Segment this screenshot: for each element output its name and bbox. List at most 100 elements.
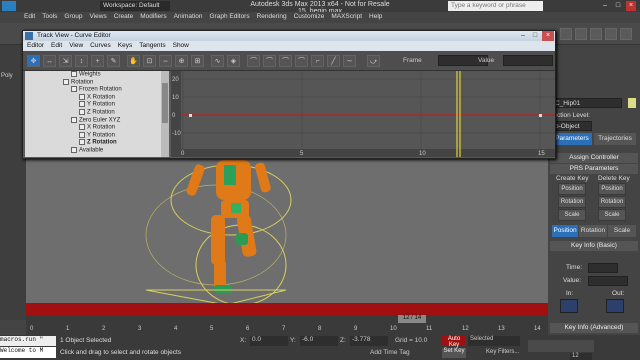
character-rig[interactable] [26, 155, 548, 305]
zoom-horizontal-icon[interactable]: ⇔ [159, 55, 172, 67]
set-key-button[interactable]: Set Key [442, 348, 466, 358]
time-slider[interactable]: 12 / 14 [398, 315, 426, 323]
x-coordinate-field[interactable]: 0.0 [250, 336, 288, 346]
tab-parameters[interactable]: Parameters [552, 133, 592, 145]
maxscript-listener[interactable]: macros.run " [0, 336, 56, 346]
toolbar-icon[interactable] [590, 28, 602, 40]
current-frame-field[interactable]: 12 [570, 353, 592, 360]
time-field[interactable] [588, 263, 618, 273]
tab-trajectories[interactable]: Trajectories [594, 133, 636, 145]
in-tangent-icon[interactable] [560, 299, 578, 313]
add-time-tag[interactable]: Add Time Tag [370, 349, 410, 356]
scale-values-icon[interactable]: ↕ [75, 55, 88, 67]
ce-menu-item-editor[interactable]: Editor [27, 41, 51, 51]
delete-position-button[interactable]: Position [598, 183, 626, 195]
menu-item-rendering[interactable]: Rendering [257, 12, 294, 23]
tree-item[interactable]: Available [71, 147, 103, 155]
tangent-smooth-icon[interactable]: ∼ [343, 55, 356, 67]
assign-controller-rollout[interactable]: Assign Controller [550, 153, 638, 163]
delete-rotation-button[interactable]: Rotation [598, 196, 626, 208]
toolbar-icon[interactable] [620, 28, 632, 40]
menu-item-views[interactable]: Views [89, 12, 113, 23]
tree-toggle-icon[interactable] [71, 86, 77, 93]
isolate-curve-icon[interactable]: ∿ [211, 55, 224, 67]
close-icon[interactable]: × [542, 31, 554, 41]
timeline[interactable]: 12 / 14 0 1 2 3 4 5 6 7 8 9 10 11 12 13 14 [26, 315, 548, 335]
create-scale-button[interactable]: Scale [558, 209, 586, 221]
zoom-extents-icon[interactable]: ⊡ [143, 55, 156, 67]
key-filters-button[interactable]: Key Filters... [486, 349, 519, 355]
selection-level-dropdown[interactable]: b-Object [552, 121, 592, 131]
tab-scale[interactable]: Scale [608, 225, 636, 237]
object-name-field[interactable]: C_Hip01 [552, 98, 622, 108]
prs-parameters-rollout[interactable]: PRS Parameters [550, 164, 638, 174]
menu-item-tools[interactable]: Tools [42, 12, 64, 23]
key-info-advanced-rollout[interactable]: Key Info (Advanced) [550, 323, 638, 333]
key-mode-dropdown[interactable]: Selected [468, 336, 520, 346]
close-icon[interactable]: × [626, 1, 636, 11]
tangent-fast-icon[interactable]: ⌒ [279, 55, 292, 67]
tree-toggle-icon[interactable] [71, 116, 77, 123]
tangent-custom-icon[interactable]: ⌒ [263, 55, 276, 67]
app-logo-icon[interactable] [2, 1, 16, 11]
minimize-icon[interactable]: – [600, 1, 610, 11]
search-input[interactable]: Type a keyword or phrase [448, 1, 543, 11]
tree-toggle-icon[interactable] [79, 101, 85, 108]
curve-editor-titlebar[interactable]: Track View - Curve Editor – □ × [23, 31, 555, 41]
ce-menu-item-edit[interactable]: Edit [51, 41, 69, 51]
curve-editor-window[interactable]: Track View - Curve Editor – □ × Editor Ed… [22, 30, 556, 159]
create-position-button[interactable]: Position [558, 183, 586, 195]
ce-menu-item-show[interactable]: Show [173, 41, 196, 51]
out-tangent-icon[interactable] [606, 299, 624, 313]
snap-icon[interactable]: ◈ [227, 55, 240, 67]
tree-toggle-icon[interactable] [71, 71, 77, 77]
slide-keys-icon[interactable]: ↔ [43, 55, 56, 67]
tree-scrollbar-thumb[interactable] [162, 83, 168, 123]
key-point[interactable] [189, 114, 192, 117]
key-point[interactable] [539, 114, 542, 117]
value-field[interactable] [503, 55, 553, 66]
zoom-region-icon[interactable]: ⊞ [191, 55, 204, 67]
tree-toggle-icon[interactable] [79, 93, 85, 100]
zoom-icon[interactable]: ⊕ [175, 55, 188, 67]
controller-tree[interactable]: Weights Rotation Frozen Rotation X Rotation… [25, 71, 169, 157]
pan-icon[interactable]: ✋ [127, 55, 140, 67]
z-coordinate-field[interactable]: -3.778 [350, 336, 388, 346]
ce-menu-item-curves[interactable]: Curves [90, 41, 118, 51]
move-keys-icon[interactable]: ✥ [27, 55, 40, 67]
menu-item-help[interactable]: Help [369, 12, 389, 23]
playback-controls[interactable] [528, 340, 594, 352]
tree-toggle-icon[interactable] [79, 124, 85, 131]
toolbar-icon[interactable] [605, 28, 617, 40]
tangent-step-icon[interactable]: ⌐ [311, 55, 324, 67]
toolbar-icon[interactable] [560, 28, 572, 40]
draw-curves-icon[interactable]: ✎ [107, 55, 120, 67]
tangent-auto-icon[interactable]: ⌒ [247, 55, 260, 67]
menu-item-graph-editors[interactable]: Graph Editors [210, 12, 257, 23]
menu-item-animation[interactable]: Animation [174, 12, 210, 23]
menu-item-edit[interactable]: Edit [24, 12, 42, 23]
tree-toggle-icon[interactable] [71, 147, 77, 153]
ribbon-label[interactable]: Poly [1, 73, 13, 79]
object-color-swatch[interactable] [628, 98, 636, 108]
toolbar-icon[interactable] [575, 28, 587, 40]
menu-item-modifiers[interactable]: Modifiers [140, 12, 173, 23]
maxscript-output[interactable]: Welcome to M [0, 347, 56, 358]
tree-toggle-icon[interactable] [79, 109, 85, 115]
maximize-icon[interactable]: □ [529, 31, 541, 41]
create-rotation-button[interactable]: Rotation [558, 196, 586, 208]
minimize-icon[interactable]: – [517, 31, 529, 41]
tab-position[interactable]: Position [552, 225, 578, 237]
ce-menu-item-keys[interactable]: Keys [118, 41, 139, 51]
auto-key-button[interactable]: Auto Key [442, 336, 466, 348]
key-info-basic-rollout[interactable]: Key Info (Basic) [550, 241, 638, 251]
maximize-icon[interactable]: □ [613, 1, 623, 11]
ce-menu-item-view[interactable]: View [69, 41, 90, 51]
tangent-slow-icon[interactable]: ⌒ [295, 55, 308, 67]
curve-out-of-range-icon[interactable]: ⤻ [367, 55, 380, 67]
ce-menu-item-tangents[interactable]: Tangents [139, 41, 172, 51]
curve-graph[interactable]: 20 10 0 -10 0 5 10 15 [171, 71, 555, 157]
tree-toggle-icon[interactable] [79, 131, 85, 138]
menu-item-group[interactable]: Group [64, 12, 89, 23]
tree-toggle-icon[interactable] [79, 139, 85, 146]
